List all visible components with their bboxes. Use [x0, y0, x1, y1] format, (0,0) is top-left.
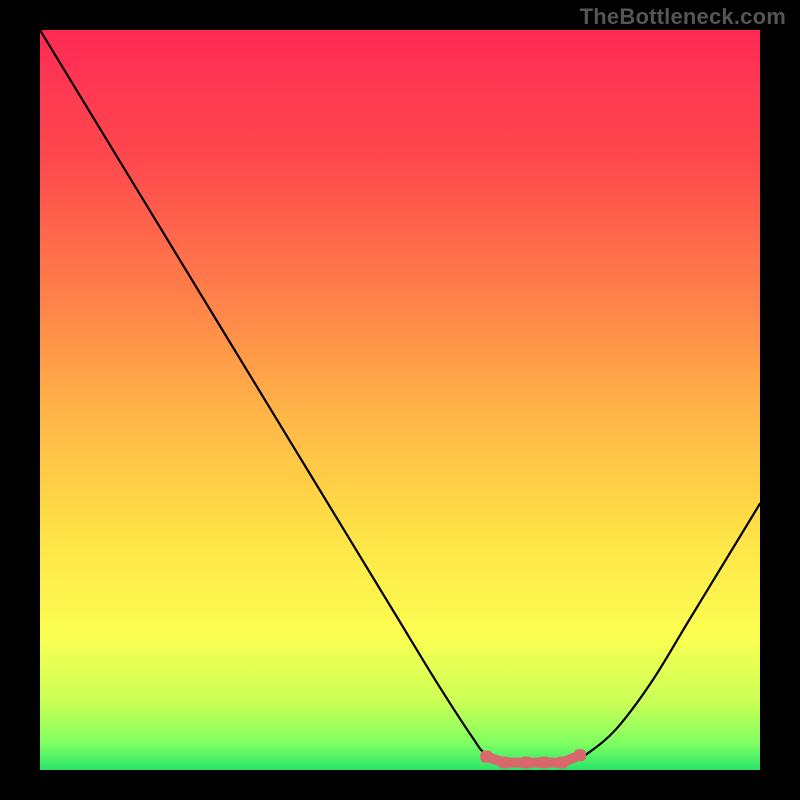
- bottleneck-curve-chart: [40, 30, 760, 770]
- chart-frame: TheBottleneck.com: [0, 0, 800, 800]
- trough-marker: [538, 757, 550, 769]
- trough-marker: [520, 757, 532, 769]
- plot-area: [40, 30, 760, 770]
- trough-marker: [574, 749, 586, 761]
- trough-marker: [480, 751, 492, 763]
- trough-marker: [556, 757, 568, 769]
- gradient-background: [40, 30, 760, 770]
- watermark-text: TheBottleneck.com: [580, 4, 786, 30]
- trough-marker: [498, 757, 510, 769]
